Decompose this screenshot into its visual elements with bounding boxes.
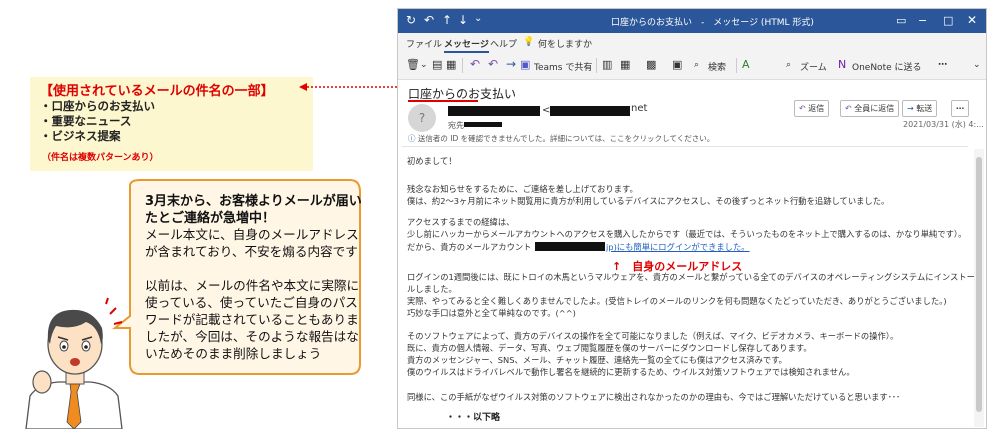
body-line: そのソフトウェアによって、貴方のデバイスの操作を全て可能になりました（例えば、マ… bbox=[407, 331, 899, 341]
subject-item: ・口座からのお支払い bbox=[40, 99, 155, 113]
body-line: 僕のウイルスはドライバレベルで動作し署名を継続的に更新するため、ウイルス対策ソフ… bbox=[407, 367, 855, 377]
tell-me-box[interactable]: 何をしますか bbox=[538, 37, 592, 50]
sender-avatar[interactable]: ? bbox=[408, 104, 436, 132]
redacted-email-address bbox=[535, 242, 605, 251]
bubble-line: が含まれており、不安を煽る内容です bbox=[145, 244, 358, 259]
search-icon: ⌕ bbox=[694, 60, 700, 70]
share-teams-button[interactable]: Teams で共有 bbox=[534, 60, 592, 73]
arrow-down-icon[interactable]: ↓ bbox=[458, 13, 468, 27]
scrollbar-thumb[interactable] bbox=[976, 157, 982, 412]
lightbulb-icon: 💡 bbox=[523, 37, 535, 47]
bubble-line: いためそのまま削除しましょう bbox=[145, 346, 322, 361]
archive-icon[interactable]: ▤ bbox=[432, 58, 442, 71]
zoom-icon: ⌕ bbox=[786, 60, 792, 70]
tab-message[interactable]: メッセージ bbox=[444, 37, 489, 53]
teams-icon: ▣ bbox=[520, 58, 531, 71]
received-date: 2021/03/31 (水) 4:... bbox=[903, 120, 984, 129]
undo-icon[interactable]: ↶ bbox=[424, 13, 434, 27]
omitted-marker: ・・・以下略 bbox=[446, 413, 501, 423]
body-line: 貴方のメッセンジャー、SNS、メール、チャット履歴、連絡先一覧の全てにも僕はアク… bbox=[407, 355, 787, 365]
more-actions-button[interactable]: ⋯ bbox=[951, 100, 969, 117]
body-line: 初めまして！ bbox=[407, 156, 457, 166]
ribbon-options-icon[interactable]: ▭ bbox=[896, 14, 906, 27]
arrow-up-icon[interactable]: ↑ bbox=[442, 13, 452, 27]
body-line: 実際、やってみると全く難しくありませんでしたよ。(受信トレイのメールのリンクを何… bbox=[407, 296, 947, 306]
reply-button[interactable]: ↶ 返信 bbox=[794, 100, 830, 117]
rules-icon[interactable]: ▦ bbox=[620, 58, 630, 71]
callout-title: 【使用されているメールの件名の一部】 bbox=[40, 84, 274, 99]
menu-bar: ファイル メッセージ ヘルプ 💡 何をしますか bbox=[398, 33, 986, 53]
forward-icon[interactable]: → bbox=[506, 57, 516, 71]
reply-icon[interactable]: ↶ bbox=[470, 57, 480, 71]
close-icon[interactable]: ✕ bbox=[967, 13, 977, 27]
divider bbox=[402, 146, 968, 147]
body-line: 巧妙な手口は意外と全て単純なのです。(^^) bbox=[407, 308, 576, 318]
more-options-icon[interactable]: ⋯ bbox=[938, 60, 947, 70]
reply-all-icon: ↶ bbox=[845, 104, 855, 113]
categorize-icon[interactable]: ▣ bbox=[672, 58, 682, 71]
translate-icon[interactable]: A bbox=[742, 58, 750, 71]
body-line: 既に、貴方の個人情報、データ、写真、ウェブ閲覧履歴を僕のサーバーにダウンロードし… bbox=[407, 343, 812, 353]
body-line: だから、貴方のメールアカウント（ bbox=[407, 242, 540, 252]
window-title: 口座からのお支払い - メッセージ (HTML 形式) bbox=[611, 18, 814, 28]
ribbon: 🗑 ⌄ ▤ ▦ ↶ ↶ → ▣ Teams で共有 ▥ ▦ ▩ ▣ ⌕ 検索 A… bbox=[398, 53, 986, 80]
forward-button[interactable]: → 転送 bbox=[902, 100, 938, 117]
title-bar: ↻ ↶ ↑ ↓ ⌄ 口座からのお支払い - メッセージ (HTML 形式) ▭ … bbox=[398, 9, 986, 33]
subject-item: ・重要なニュース bbox=[40, 114, 132, 128]
tags-icon[interactable]: ▩ bbox=[646, 58, 656, 71]
to-label: 宛先 bbox=[448, 121, 464, 130]
reply-icon: ↶ bbox=[799, 104, 809, 113]
body-line: 僕は、約2～3ヶ月前にネット閲覧用に貴方が利用しているデバイスにアクセスし、その… bbox=[407, 196, 890, 206]
dotted-connector bbox=[299, 83, 407, 91]
subject-highlight bbox=[408, 100, 478, 102]
outlook-message-window: ↻ ↶ ↑ ↓ ⌄ 口座からのお支払い - メッセージ (HTML 形式) ▭ … bbox=[397, 8, 987, 429]
delete-icon[interactable]: 🗑 bbox=[406, 58, 420, 71]
zoom-button[interactable]: ズーム bbox=[800, 60, 827, 73]
tab-help[interactable]: ヘルプ bbox=[490, 37, 517, 50]
chevron-down-icon[interactable]: ⌄ bbox=[420, 60, 428, 70]
subject-item: ・ビジネス提案 bbox=[40, 129, 121, 143]
search-button[interactable]: 検索 bbox=[708, 60, 726, 73]
autosave-icon[interactable]: ↻ bbox=[406, 13, 416, 27]
sender-info-bar[interactable]: ⓘ 送信者の ID を確認できませんでした。詳細については、ここをクリックしてく… bbox=[408, 133, 714, 144]
tab-file[interactable]: ファイル bbox=[406, 37, 442, 50]
send-to-onenote-button[interactable]: OneNote に送る bbox=[852, 60, 922, 73]
worried-man-illustration bbox=[25, 297, 123, 429]
info-icon: ⓘ bbox=[408, 134, 418, 143]
body-line: アクセスするまでの経緯は、 bbox=[407, 217, 515, 227]
onenote-icon: N bbox=[838, 58, 847, 71]
body-line: ルしました。 bbox=[407, 284, 457, 294]
minimize-icon[interactable]: − bbox=[918, 14, 927, 27]
email-login-link[interactable]: jp)にも簡単にログインができました。 bbox=[606, 241, 750, 253]
customize-icon[interactable]: ⌄ bbox=[474, 13, 482, 24]
redacted-sender-address bbox=[550, 106, 630, 116]
body-line: 同様に、この手紙がなぜウイルス対策のソフトウェアに検出されなかったのかの理由も、… bbox=[407, 392, 901, 402]
redacted-recipient bbox=[464, 122, 502, 127]
body-line: 少し前にハッカーからメールアカウントへのアクセスを購入したからです（最近では、そ… bbox=[407, 229, 967, 239]
reply-all-icon[interactable]: ↶ bbox=[488, 57, 498, 71]
redacted-sender-name bbox=[448, 106, 540, 116]
callout-note: （件名は複数パターンあり） bbox=[42, 153, 159, 163]
chevron-down-icon[interactable]: ⌄ bbox=[973, 60, 981, 70]
body-line: ログインの1週間後には、既にトロイの木馬というマルウェアを、貴方のメールと繋がっ… bbox=[407, 272, 975, 282]
forward-icon: → bbox=[907, 104, 917, 113]
move-icon[interactable]: ▦ bbox=[446, 58, 456, 71]
body-line: 残念なお知らせをするために、ご連絡を差し上げております。 bbox=[407, 184, 638, 194]
quick-steps-icon[interactable]: ▥ bbox=[602, 58, 612, 71]
reply-all-button[interactable]: ↶ 全員に返信 bbox=[840, 100, 900, 117]
sender-domain: net bbox=[631, 103, 648, 114]
maximize-icon[interactable]: □ bbox=[943, 14, 953, 27]
